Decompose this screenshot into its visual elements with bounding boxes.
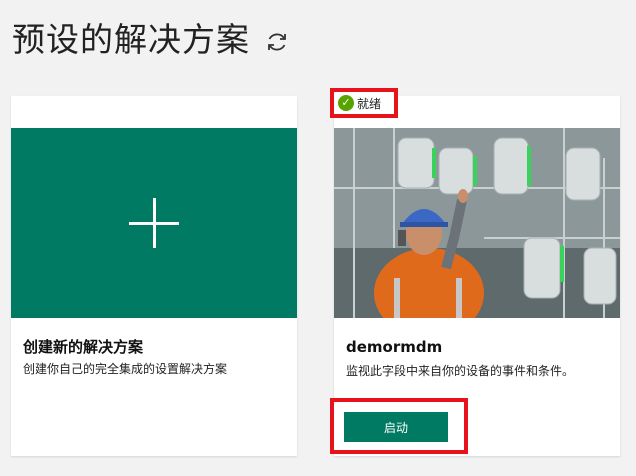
solution-title: demormdm [346, 338, 443, 356]
status-text: 就绪 [357, 96, 382, 111]
solution-hero-image [334, 128, 620, 318]
create-solution-tile[interactable] [11, 128, 297, 318]
launch-highlight: 启动 [330, 398, 468, 454]
create-solution-card[interactable]: 创建新的解决方案 创建你自己的完全集成的设置解决方案 [11, 96, 297, 456]
launch-button[interactable]: 启动 [344, 412, 448, 442]
check-icon: ✓ [338, 95, 354, 111]
refresh-icon[interactable] [264, 29, 290, 55]
create-solution-description: 创建你自己的完全集成的设置解决方案 [23, 362, 228, 376]
solution-description: 监视此字段中来自你的设备的事件和条件。 [346, 364, 575, 378]
create-solution-title: 创建新的解决方案 [23, 338, 144, 356]
plus-icon [129, 198, 179, 248]
page-header: 预设的解决方案 [12, 18, 290, 62]
solution-card: ✓ 就绪 demormdm 监视此字段中来自你的设备的事件和条件。 启动 [330, 88, 620, 456]
status-badge: ✓ 就绪 [330, 88, 398, 118]
page-title: 预设的解决方案 [12, 20, 250, 59]
